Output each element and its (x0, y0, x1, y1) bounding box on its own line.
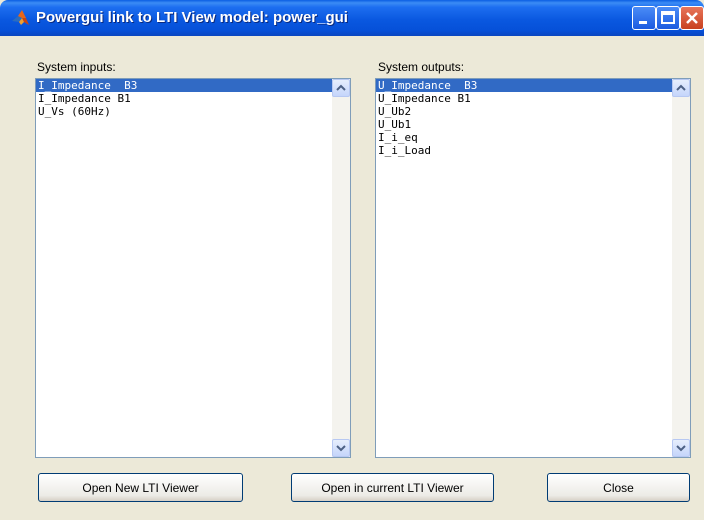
system-outputs-label: System outputs: (378, 60, 465, 74)
scroll-up-button[interactable] (672, 79, 690, 97)
chevron-up-icon (676, 84, 686, 91)
dialog-window: Powergui link to LTI View model: power_g… (0, 0, 704, 520)
minimize-button[interactable] (632, 6, 656, 30)
chevron-down-icon (676, 445, 686, 452)
list-item[interactable]: I_Impedance B3 (36, 79, 332, 92)
list-item[interactable]: U_Impedance B1 (376, 92, 672, 105)
close-icon (686, 12, 698, 24)
close-window-button[interactable] (680, 6, 704, 30)
window-title: Powergui link to LTI View model: power_g… (36, 9, 348, 26)
title-bar[interactable]: Powergui link to LTI View model: power_g… (0, 0, 704, 36)
scroll-down-button[interactable] (672, 439, 690, 457)
system-inputs-listbox[interactable]: I_Impedance B3 I_Impedance B1 U_Vs (60Hz… (35, 78, 351, 458)
outputs-scrollbar[interactable] (672, 79, 690, 457)
matlab-logo-icon (12, 10, 29, 25)
system-outputs-listbox[interactable]: U_Impedance B3 U_Impedance B1 U_Ub2 U_Ub… (375, 78, 691, 458)
list-item[interactable]: U_Impedance B3 (376, 79, 672, 92)
list-item[interactable]: U_Ub1 (376, 118, 672, 131)
system-outputs-list: U_Impedance B3 U_Impedance B1 U_Ub2 U_Ub… (376, 79, 672, 457)
list-item[interactable]: I_i_eq (376, 131, 672, 144)
list-item[interactable]: I_i_Load (376, 144, 672, 157)
open-current-lti-viewer-button[interactable]: Open in current LTI Viewer (291, 473, 494, 502)
scroll-down-button[interactable] (332, 439, 350, 457)
open-new-lti-viewer-button[interactable]: Open New LTI Viewer (38, 473, 243, 502)
maximize-button[interactable] (656, 6, 680, 30)
list-item[interactable]: U_Vs (60Hz) (36, 105, 332, 118)
system-inputs-list: I_Impedance B3 I_Impedance B1 U_Vs (60Hz… (36, 79, 332, 457)
inputs-scrollbar[interactable] (332, 79, 350, 457)
maximize-icon (661, 11, 675, 24)
system-inputs-label: System inputs: (37, 60, 116, 74)
chevron-down-icon (336, 445, 346, 452)
list-item[interactable]: I_Impedance B1 (36, 92, 332, 105)
chevron-up-icon (336, 84, 346, 91)
scroll-up-button[interactable] (332, 79, 350, 97)
list-item[interactable]: U_Ub2 (376, 105, 672, 118)
close-button[interactable]: Close (547, 473, 690, 502)
minimize-icon (639, 21, 647, 24)
